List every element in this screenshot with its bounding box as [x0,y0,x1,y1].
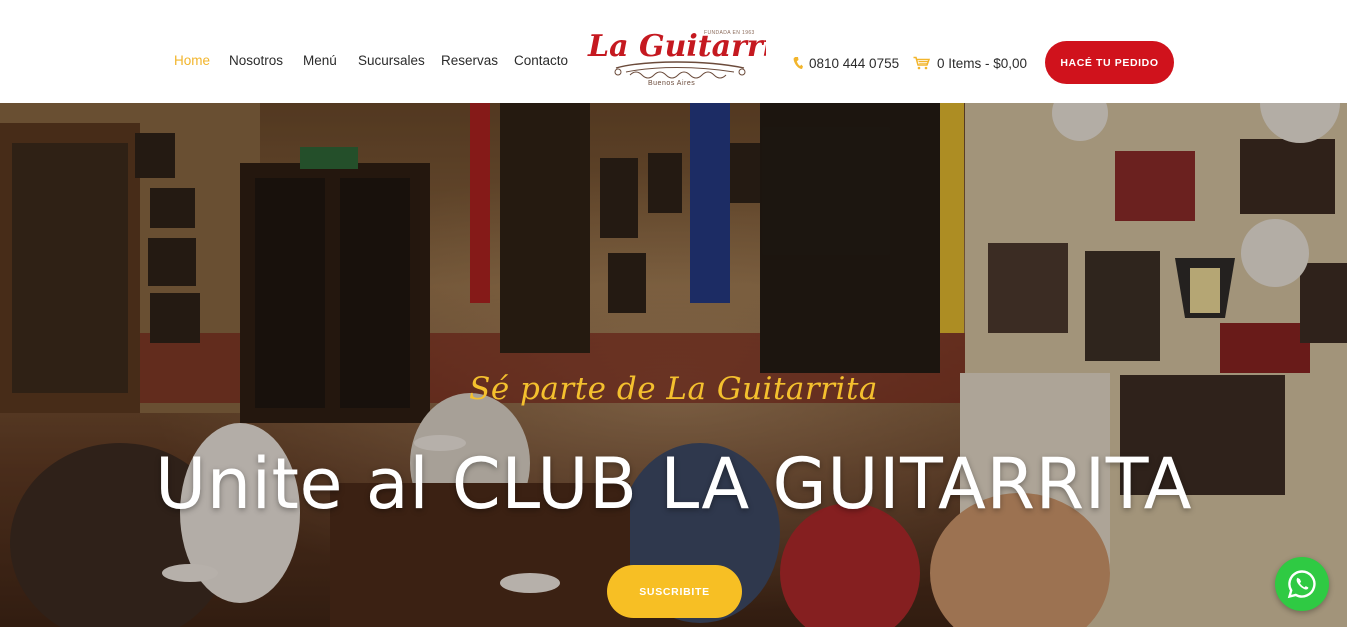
nav-contacto[interactable]: Contacto [514,53,568,68]
cart-icon [913,56,930,70]
phone-icon [793,57,803,69]
cart-summary: 0 Items - $0,00 [937,55,1028,71]
hero-overlay [0,103,1347,627]
phone-link[interactable]: 0810 444 0755 [793,54,899,72]
whatsapp-button[interactable] [1275,557,1329,611]
order-button[interactable]: HACÉ TU PEDIDO [1045,41,1174,84]
site-logo[interactable]: La Guitarrita FUNDADA EN 1963 Buenos Air… [586,20,766,92]
cart-link[interactable]: 0 Items - $0,00 [913,54,1027,72]
subscribe-button[interactable]: SUSCRIBITE [607,565,742,618]
nav-sucursales[interactable]: Sucursales [358,53,425,68]
nav-nosotros[interactable]: Nosotros [229,53,283,68]
hero-subtitle: Sé parte de La Guitarrita [469,371,878,407]
logo-tagline: Buenos Aires [648,80,696,87]
nav-menu[interactable]: Menú [303,53,337,68]
nav-home[interactable]: Home [174,53,210,68]
nav-reservas[interactable]: Reservas [441,53,498,68]
phone-number: 0810 444 0755 [809,55,900,71]
site-header: Home Nosotros Menú Sucursales Reservas C… [0,0,1347,103]
logo-founded: FUNDADA EN 1963 [704,30,755,36]
hero-banner: Sé parte de La Guitarrita Unite al CLUB … [0,103,1347,627]
hero-title: Unite al CLUB LA GUITARRITA [154,443,1192,525]
whatsapp-icon [1287,570,1316,599]
